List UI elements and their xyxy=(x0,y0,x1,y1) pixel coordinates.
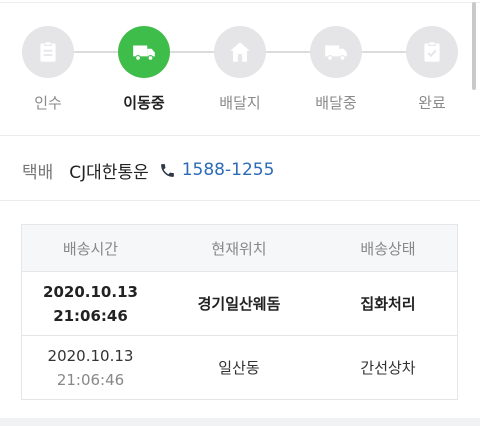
delivery-date: 2020.10.13 xyxy=(43,282,138,301)
header-delivery-time: 배송시간 xyxy=(62,239,119,258)
courier-label: 택배 xyxy=(22,162,54,183)
step-out-for-delivery-circle xyxy=(310,26,362,78)
delivery-time: 21:06:46 xyxy=(56,370,125,389)
section-divider xyxy=(0,135,480,136)
delivery-time-cell: 2020.10.13 21:06:46 xyxy=(22,272,159,335)
step-completed: 완료 xyxy=(392,26,472,113)
location-cell: 일산동 xyxy=(218,359,260,377)
header-delivery-status: 배송상태 xyxy=(360,239,416,258)
table-row: 2020.10.13 21:06:46 일산동 간선상차 xyxy=(22,335,457,399)
step-received: 인수 xyxy=(8,26,88,113)
delivery-time: 21:06:46 xyxy=(53,306,128,325)
phone-icon[interactable] xyxy=(159,162,176,179)
courier-phone-link[interactable]: 1588-1255 xyxy=(182,160,275,180)
step-out-for-delivery: 배달중 xyxy=(296,26,376,113)
truck-icon xyxy=(325,45,347,61)
table-header: 배송시간 현재위치 배송상태 xyxy=(22,225,457,272)
courier-name: CJ대한통운 xyxy=(69,162,149,183)
clipboard-check-icon xyxy=(424,41,440,62)
location-cell: 경기일산웨돔 xyxy=(197,295,281,313)
header-current-location: 현재위치 xyxy=(211,239,267,258)
step-out-for-delivery-label: 배달중 xyxy=(315,94,357,112)
step-in-transit-label: 이동중 xyxy=(123,94,165,112)
step-received-circle xyxy=(22,26,74,78)
step-in-transit-circle xyxy=(118,26,170,78)
table-row: 2020.10.13 21:06:46 경기일산웨돔 집화처리 xyxy=(22,272,457,335)
step-in-transit: 이동중 xyxy=(104,26,184,113)
bottom-section-band xyxy=(0,418,480,426)
truck-icon xyxy=(133,45,155,61)
house-icon xyxy=(230,42,250,62)
step-completed-circle xyxy=(406,26,458,78)
status-cell: 간선상차 xyxy=(360,359,416,377)
status-cell: 집화처리 xyxy=(360,295,416,313)
section-divider xyxy=(0,200,480,201)
clipboard-icon xyxy=(40,41,56,62)
delivery-date: 2020.10.13 xyxy=(47,346,134,365)
step-received-label: 인수 xyxy=(34,94,62,112)
step-destination-label: 배달지 xyxy=(219,94,261,112)
step-destination-circle xyxy=(214,26,266,78)
tracking-table: 배송시간 현재위치 배송상태 2020.10.13 21:06:46 경기일산웨… xyxy=(21,224,458,400)
courier-info: 택배 CJ대한통운 1588-1255 xyxy=(22,158,275,183)
delivery-progress-stepper: 인수 이동중 배달지 배달중 완료 xyxy=(0,0,480,135)
step-completed-label: 완료 xyxy=(418,94,446,112)
step-destination: 배달지 xyxy=(200,26,280,113)
delivery-time-cell: 2020.10.13 21:06:46 xyxy=(22,336,159,399)
